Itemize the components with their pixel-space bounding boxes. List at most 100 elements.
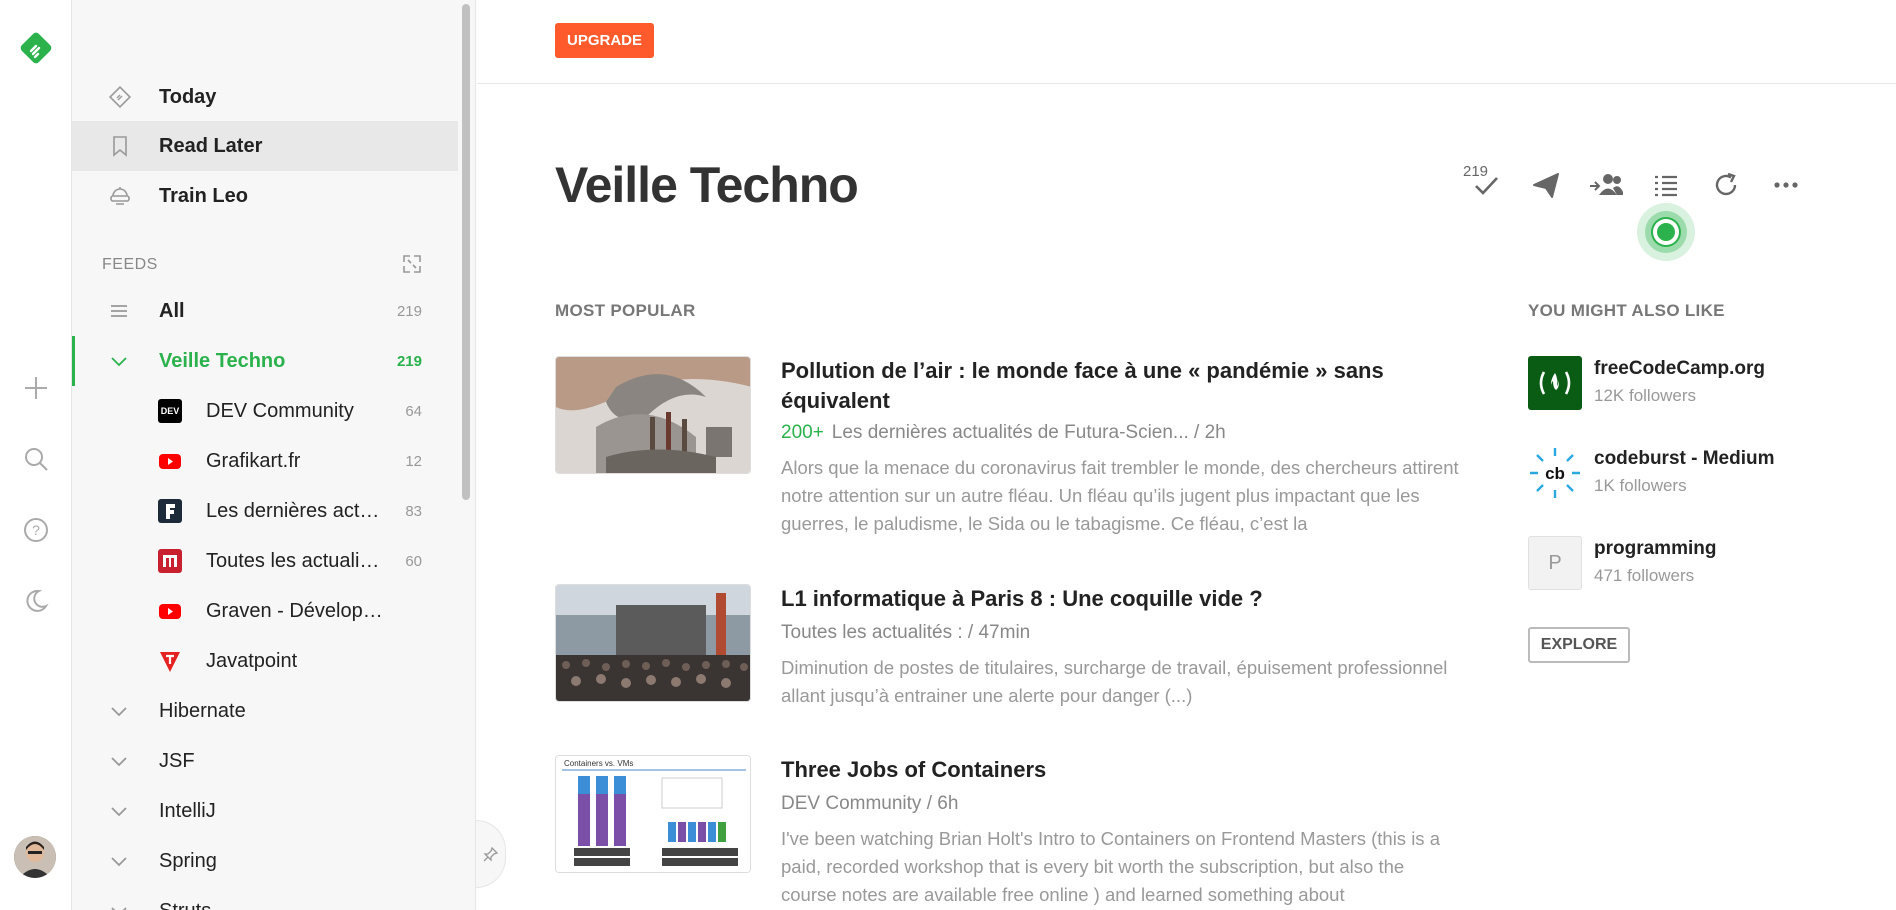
bookmark-icon bbox=[108, 134, 132, 158]
folder-spring[interactable]: Spring bbox=[72, 836, 458, 886]
feeds-sidebar: Today Read Later Train Leo FEEDS All 219… bbox=[72, 0, 476, 910]
list-view-icon bbox=[1655, 175, 1677, 197]
share-team-button[interactable] bbox=[1589, 168, 1623, 202]
folder-label: Spring bbox=[159, 849, 217, 872]
news-icon bbox=[158, 549, 182, 573]
suggestion-followers: 471 followers bbox=[1594, 566, 1695, 585]
article-title[interactable]: Pollution de l’air : le monde face à une… bbox=[781, 356, 1401, 416]
moon-icon[interactable] bbox=[22, 587, 50, 615]
chevron-down-icon[interactable] bbox=[108, 700, 130, 722]
feeds-header: FEEDS bbox=[102, 256, 158, 273]
check-icon bbox=[1475, 177, 1498, 195]
codeburst-icon: cb bbox=[1528, 446, 1582, 500]
source-graven[interactable]: Graven - Dévelop… bbox=[72, 586, 458, 636]
upgrade-button[interactable]: UPGRADE bbox=[555, 23, 655, 58]
feed-all-label: All bbox=[159, 299, 185, 322]
user-avatar[interactable] bbox=[14, 836, 56, 878]
more-options-button[interactable] bbox=[1769, 168, 1803, 202]
article-title[interactable]: Three Jobs of Containers bbox=[781, 755, 1401, 785]
article-thumbnail[interactable]: Containers vs. VMs bbox=[555, 755, 751, 873]
plus-icon[interactable] bbox=[22, 374, 50, 402]
mark-as-read-button[interactable] bbox=[1469, 168, 1503, 202]
layout-button[interactable] bbox=[1649, 168, 1683, 202]
feedly-logo-icon[interactable] bbox=[18, 30, 54, 66]
article-source-time: Les dernières actualités de Futura-Scien… bbox=[831, 422, 1226, 443]
more-icon bbox=[1774, 182, 1798, 188]
chevron-down-icon[interactable] bbox=[108, 900, 130, 910]
left-rail: ? bbox=[0, 0, 72, 910]
article-card[interactable]: Containers vs. VMs Three Jobs of Contain… bbox=[555, 755, 1465, 905]
help-icon[interactable]: ? bbox=[22, 516, 50, 544]
article-source-time: Toutes les actualités : / 47min bbox=[781, 622, 1031, 643]
suggestion-name[interactable]: freeCodeCamp.org bbox=[1594, 358, 1765, 380]
hotspot-ring bbox=[1645, 211, 1687, 253]
list-icon bbox=[111, 305, 127, 317]
article-snippet: I've been watching Brian Holt's Intro to… bbox=[781, 828, 1440, 905]
javatpoint-icon bbox=[158, 649, 182, 673]
team-icon bbox=[1590, 174, 1623, 195]
svg-text:?: ? bbox=[32, 522, 40, 538]
suggestion-name[interactable]: codeburst - Medium bbox=[1594, 448, 1775, 470]
article-meta: 200+ Les dernières actualités de Futura-S… bbox=[781, 422, 1226, 444]
send-icon bbox=[1533, 173, 1559, 198]
today-icon bbox=[108, 85, 132, 109]
source-count: 60 bbox=[405, 552, 422, 570]
hotspot-dot bbox=[1657, 223, 1675, 241]
feed-veille-techno[interactable]: Veille Techno 219 bbox=[72, 336, 458, 386]
sidebar-scrollbar[interactable] bbox=[462, 4, 470, 500]
feed-veille-techno-label: Veille Techno bbox=[159, 349, 286, 372]
folder-label: JSF bbox=[159, 749, 195, 772]
source-futura[interactable]: Les dernières act… 83 bbox=[72, 486, 458, 536]
source-label: Toutes les actualit… bbox=[206, 549, 384, 572]
nav-today[interactable]: Today bbox=[72, 72, 458, 122]
pin-icon bbox=[482, 846, 498, 862]
folder-struts[interactable]: Struts bbox=[72, 886, 458, 910]
nav-train-leo[interactable]: Train Leo bbox=[72, 171, 458, 221]
article-card[interactable]: Pollution de l’air : le monde face à une… bbox=[555, 356, 1465, 536]
article-card[interactable]: L1 informatique à Paris 8 : Une coquille… bbox=[555, 584, 1465, 724]
suggestion-item[interactable]: cb codeburst - Medium 1K followers bbox=[1528, 446, 1828, 502]
source-label: DEV Community bbox=[206, 399, 354, 422]
source-grafikart[interactable]: Grafikart.fr 12 bbox=[72, 436, 458, 486]
suggestion-followers: 1K followers bbox=[1594, 476, 1687, 495]
chevron-down-icon[interactable] bbox=[108, 800, 130, 822]
top-bar bbox=[477, 0, 1896, 84]
source-label: Graven - Dévelop… bbox=[206, 599, 383, 622]
programming-icon: P bbox=[1528, 536, 1582, 590]
chevron-down-icon[interactable] bbox=[108, 750, 130, 772]
nav-read-later-label: Read Later bbox=[159, 134, 263, 157]
article-title[interactable]: L1 informatique à Paris 8 : Une coquille… bbox=[781, 584, 1401, 614]
source-javatpoint[interactable]: Javatpoint bbox=[72, 636, 458, 686]
nav-read-later[interactable]: Read Later bbox=[72, 121, 458, 171]
onboarding-hotspot[interactable] bbox=[1637, 203, 1695, 261]
chevron-down-icon[interactable] bbox=[108, 850, 130, 872]
source-count: 83 bbox=[405, 502, 422, 520]
chevron-down-icon[interactable] bbox=[108, 350, 130, 372]
source-count: 12 bbox=[405, 452, 422, 470]
suggestion-item[interactable]: P programming 471 followers bbox=[1528, 536, 1828, 592]
source-label: Les dernières act… bbox=[206, 499, 380, 522]
youtube-icon bbox=[158, 449, 182, 473]
share-button[interactable] bbox=[1529, 168, 1563, 202]
source-dev-community[interactable]: DEV DEV Community 64 bbox=[72, 386, 458, 436]
folder-label: IntelliJ bbox=[159, 799, 216, 822]
folder-hibernate[interactable]: Hibernate bbox=[72, 686, 458, 736]
feed-all[interactable]: All 219 bbox=[72, 286, 458, 336]
freecodecamp-icon bbox=[1528, 356, 1582, 410]
collapse-all-icon[interactable] bbox=[400, 252, 424, 276]
suggestion-name[interactable]: programming bbox=[1594, 538, 1716, 560]
suggestion-followers: 12K followers bbox=[1594, 386, 1697, 405]
source-label: Grafikart.fr bbox=[206, 449, 301, 472]
pin-sidebar-button[interactable] bbox=[476, 820, 506, 888]
search-icon[interactable] bbox=[22, 445, 50, 473]
suggestion-item[interactable]: freeCodeCamp.org 12K followers bbox=[1528, 356, 1828, 412]
source-toutes-actualites[interactable]: Toutes les actualit… 60 bbox=[72, 536, 458, 586]
thumbnail-caption: Containers vs. VMs bbox=[564, 759, 633, 768]
leo-icon bbox=[108, 184, 132, 208]
folder-jsf[interactable]: JSF bbox=[72, 736, 458, 786]
folder-intellij[interactable]: IntelliJ bbox=[72, 786, 458, 836]
article-thumbnail[interactable] bbox=[555, 356, 751, 474]
explore-button[interactable]: EXPLORE bbox=[1528, 627, 1630, 663]
refresh-button[interactable] bbox=[1709, 168, 1743, 202]
article-thumbnail[interactable] bbox=[555, 584, 751, 702]
